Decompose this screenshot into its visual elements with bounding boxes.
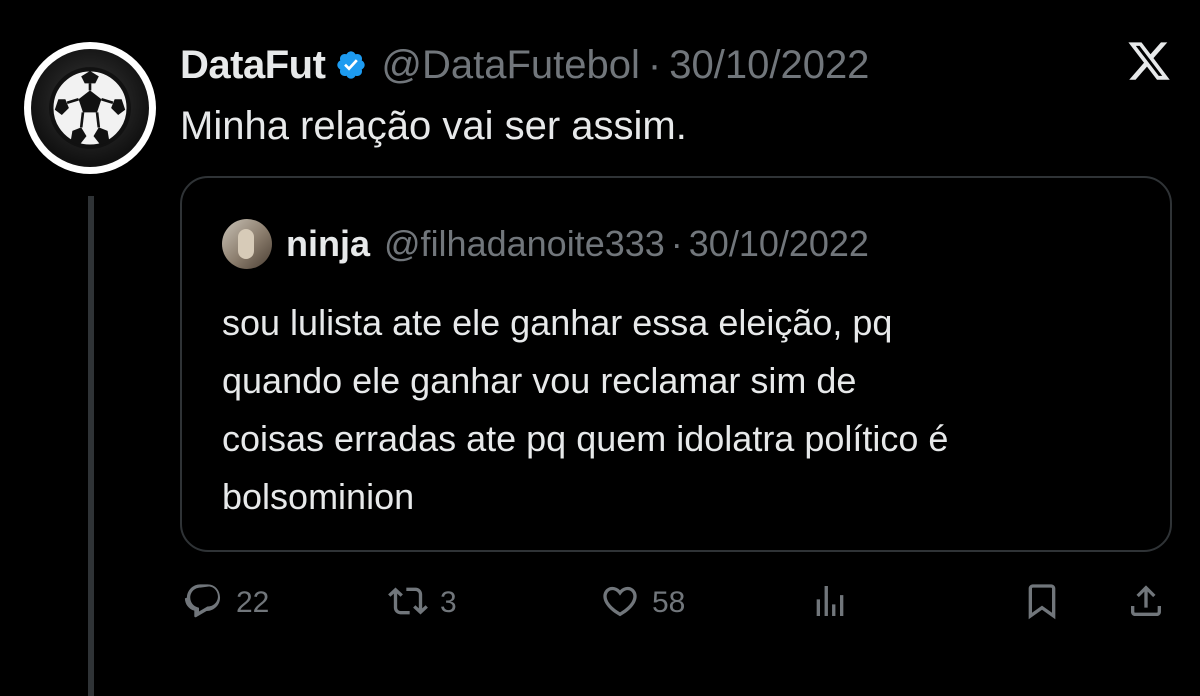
repost-button[interactable]: 3	[388, 578, 457, 628]
author-name[interactable]: DataFut	[180, 43, 326, 88]
soccer-ball-icon	[31, 49, 149, 167]
views-button[interactable]	[810, 578, 850, 628]
quoted-author-handle: @filhadanoite333	[384, 223, 665, 264]
action-bar: 22 3 58	[180, 578, 1172, 628]
quoted-post-text: sou lulista ate ele ganhar essa eleição,…	[222, 294, 1152, 526]
views-chart-icon	[810, 581, 850, 626]
quoted-post-header: ninja @filhadanoite333 · 30/10/2022	[222, 218, 869, 270]
post-date[interactable]: 30/10/2022	[669, 43, 869, 88]
reply-count: 22	[236, 586, 270, 619]
quoted-text-line: coisas erradas ate pq quem idolatra polí…	[222, 418, 949, 459]
repost-icon	[388, 581, 428, 626]
quoted-author-avatar[interactable]	[222, 219, 272, 269]
bookmark-button[interactable]	[1022, 578, 1062, 628]
verified-badge-icon	[335, 49, 367, 81]
quoted-text-line: bolsominion	[222, 476, 415, 517]
quoted-text-line: quando ele ganhar vou reclamar sim de	[222, 360, 857, 401]
share-icon	[1126, 581, 1166, 626]
quoted-author-name: ninja	[286, 223, 371, 264]
reply-button[interactable]: 22	[184, 578, 269, 628]
share-button[interactable]	[1126, 578, 1166, 628]
quoted-text-line: sou lulista ate ele ganhar essa eleição,…	[222, 302, 893, 343]
reply-icon	[184, 581, 224, 626]
quoted-post-date: 30/10/2022	[688, 223, 869, 264]
post-header: DataFut @DataFutebol · 30/10/2022	[180, 40, 869, 90]
author-handle[interactable]: @DataFutebol	[381, 43, 640, 88]
like-button[interactable]: 58	[600, 578, 685, 628]
bookmark-icon	[1022, 581, 1062, 626]
x-logo-icon	[1126, 38, 1172, 84]
repost-count: 3	[440, 586, 457, 619]
separator-dot: ·	[647, 42, 662, 87]
like-count: 58	[652, 586, 686, 619]
thread-line	[88, 196, 94, 696]
quoted-post-card[interactable]: ninja @filhadanoite333 · 30/10/2022 sou …	[180, 176, 1172, 552]
heart-icon	[600, 581, 640, 626]
post-text: Minha relação vai ser assim.	[180, 104, 687, 148]
author-avatar[interactable]	[24, 42, 156, 174]
quoted-separator-dot: ·	[670, 223, 683, 264]
